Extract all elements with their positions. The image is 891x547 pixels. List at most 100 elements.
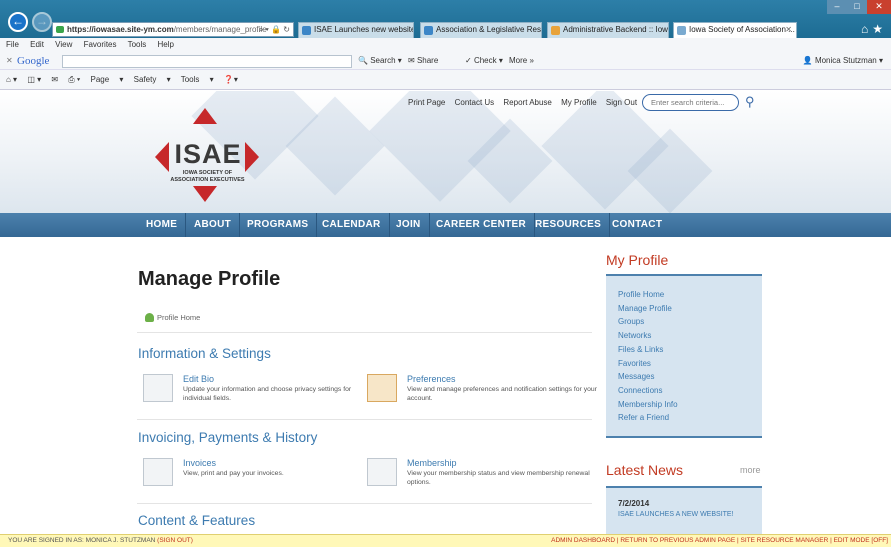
menu-file[interactable]: File: [6, 40, 19, 49]
id-card-icon: [143, 374, 173, 402]
latest-news-title: Latest News: [606, 462, 684, 478]
minimize-icon[interactable]: –: [827, 0, 847, 14]
membership-item[interactable]: Membership View your membership status a…: [367, 458, 590, 498]
print-icon[interactable]: ⎙ ▾: [68, 75, 80, 84]
nav-home[interactable]: HOME: [138, 213, 187, 237]
sidebar-title: My Profile: [606, 252, 669, 268]
my-profile-link[interactable]: My Profile: [561, 98, 597, 107]
page-menu[interactable]: Page ▾: [91, 75, 124, 84]
admin-links[interactable]: ADMIN DASHBOARD | RETURN TO PREVIOUS ADM…: [551, 535, 888, 547]
google-logo: Google: [17, 55, 50, 67]
share-button[interactable]: ✉ Share: [408, 52, 438, 70]
nav-contact[interactable]: CONTACT: [604, 213, 670, 237]
address-bar[interactable]: https://iowasae.site-ym.com/members/mana…: [52, 22, 294, 37]
sidebar-item-groups[interactable]: Groups: [618, 315, 762, 329]
sign-out-link[interactable]: Sign Out: [606, 98, 637, 107]
profile-icon: [145, 313, 154, 322]
nav-join[interactable]: JOIN: [388, 213, 430, 237]
logo-name: ISAE: [174, 139, 242, 169]
url-path: /members/manage_profile: [173, 25, 267, 34]
nav-resources[interactable]: RESOURCES: [527, 213, 611, 237]
close-window-icon[interactable]: ✕: [867, 0, 891, 14]
window-controls: – □ ✕: [827, 0, 891, 14]
close-toolbar-icon[interactable]: ✕: [6, 52, 13, 70]
membership-desc: View your membership status and view mem…: [407, 470, 590, 486]
membership-icon: [367, 458, 397, 486]
more-button[interactable]: More »: [509, 52, 534, 70]
news-list: 7/2/2014 ISAE LAUNCHES A NEW WEBSITE!: [606, 486, 762, 534]
home-favorites-icons[interactable]: ⌂★: [861, 22, 887, 36]
nav-career-center[interactable]: CAREER CENTER: [428, 213, 536, 237]
help-icon[interactable]: ❓▾: [224, 75, 238, 84]
preferences-desc: View and manage preferences and notifica…: [407, 386, 597, 402]
nav-calendar[interactable]: CALENDAR: [314, 213, 390, 237]
sidebar-item-connections[interactable]: Connections: [618, 384, 762, 398]
contact-us-link[interactable]: Contact Us: [455, 98, 495, 107]
print-page-link[interactable]: Print Page: [408, 98, 445, 107]
menu-help[interactable]: Help: [158, 40, 174, 49]
menu-view[interactable]: View: [55, 40, 72, 49]
sidebar-item-manage-profile[interactable]: Manage Profile: [618, 302, 762, 316]
menu-edit[interactable]: Edit: [30, 40, 44, 49]
logo-subtitle: IOWA SOCIETY OF ASSOCIATION EXECUTIVES: [170, 170, 245, 183]
refresh-icon[interactable]: ⌕ ▾ 🔒 ↻: [259, 23, 290, 36]
menu-favorites[interactable]: Favorites: [84, 40, 117, 49]
safety-menu[interactable]: Safety ▾: [134, 75, 171, 84]
home-icon[interactable]: ⌂ ▾: [6, 75, 17, 84]
forward-button[interactable]: →: [32, 12, 52, 32]
sign-out-link[interactable]: (SIGN OUT): [157, 537, 193, 544]
command-bar: ⌂ ▾ ◫ ▾ ✉ ⎙ ▾ Page ▾ Safety ▾ Tools ▾ ❓▾: [0, 70, 891, 90]
admin-status-bar: YOU ARE SIGNED IN AS: MONICA J. STUTZMAN…: [0, 534, 891, 547]
site-search-input[interactable]: Enter search criteria...: [642, 94, 739, 111]
menu-tools[interactable]: Tools: [128, 40, 147, 49]
main-nav: HOME ABOUT PROGRAMS CALENDAR JOIN CAREER…: [0, 213, 891, 237]
sidebar-item-files-links[interactable]: Files & Links: [618, 343, 762, 357]
tab-3[interactable]: Administrative Backend :: Iowa...: [547, 22, 669, 38]
sidebar-item-networks[interactable]: Networks: [618, 329, 762, 343]
breadcrumb[interactable]: Profile Home: [145, 313, 200, 322]
divider: [137, 332, 592, 333]
tab-1[interactable]: ISAE Launches new website - ...: [298, 22, 414, 38]
page-title: Manage Profile: [138, 268, 281, 290]
news-more-link[interactable]: more: [740, 465, 761, 475]
invoices-item[interactable]: Invoices View, print and pay your invoic…: [143, 458, 363, 498]
tab-active[interactable]: Iowa Society of Association ... ✕: [673, 22, 797, 38]
invoices-link[interactable]: Invoices: [183, 458, 216, 468]
mail-icon[interactable]: ✉: [51, 75, 58, 84]
google-search-button[interactable]: 🔍 Search ▾: [358, 52, 402, 70]
check-button[interactable]: ✓ Check ▾: [465, 52, 503, 70]
user-account-button[interactable]: 👤 Monica Stutzman ▾: [803, 52, 883, 70]
google-toolbar: ✕ Google 🔍 Search ▾ ✉ Share ✓ Check ▾ Mo…: [0, 52, 891, 70]
favicon-icon: [56, 26, 64, 33]
site-header: [0, 91, 891, 213]
sidebar-item-refer-friend[interactable]: Refer a Friend: [618, 411, 762, 425]
tab-2[interactable]: Association & Legislative Reso...: [420, 22, 542, 38]
news-headline[interactable]: ISAE LAUNCHES A NEW WEBSITE!: [618, 511, 762, 518]
nav-about[interactable]: ABOUT: [186, 213, 241, 237]
edit-bio-link[interactable]: Edit Bio: [183, 374, 214, 384]
sidebar-item-membership-info[interactable]: Membership Info: [618, 398, 762, 412]
preferences-link[interactable]: Preferences: [407, 374, 456, 384]
feeds-icon[interactable]: ◫ ▾: [27, 75, 41, 84]
edit-bio-item[interactable]: Edit Bio Update your information and cho…: [143, 374, 363, 414]
news-date: 7/2/2014: [618, 499, 650, 508]
section-info-settings: Information & Settings: [138, 346, 271, 361]
isae-logo[interactable]: ISAE IOWA SOCIETY OF ASSOCIATION EXECUTIV…: [155, 108, 260, 204]
back-button[interactable]: ←: [8, 12, 28, 32]
google-search-input[interactable]: [62, 55, 352, 68]
sidebar-links: Profile Home Manage Profile Groups Netwo…: [606, 274, 762, 438]
maximize-icon[interactable]: □: [847, 0, 867, 14]
preferences-item[interactable]: Preferences View and manage preferences …: [367, 374, 597, 414]
tab-favicon-icon: [551, 26, 560, 35]
membership-link[interactable]: Membership: [407, 458, 457, 468]
divider: [137, 419, 592, 420]
search-icon[interactable]: ⚲: [745, 94, 755, 110]
nav-programs[interactable]: PROGRAMS: [239, 213, 318, 237]
preferences-icon: [367, 374, 397, 402]
sidebar-item-favorites[interactable]: Favorites: [618, 357, 762, 371]
tools-menu[interactable]: Tools ▾: [181, 75, 214, 84]
sidebar-item-profile-home[interactable]: Profile Home: [618, 288, 762, 302]
sidebar-item-messages[interactable]: Messages: [618, 370, 762, 384]
close-tab-icon[interactable]: ✕: [785, 23, 792, 37]
report-abuse-link[interactable]: Report Abuse: [503, 98, 551, 107]
